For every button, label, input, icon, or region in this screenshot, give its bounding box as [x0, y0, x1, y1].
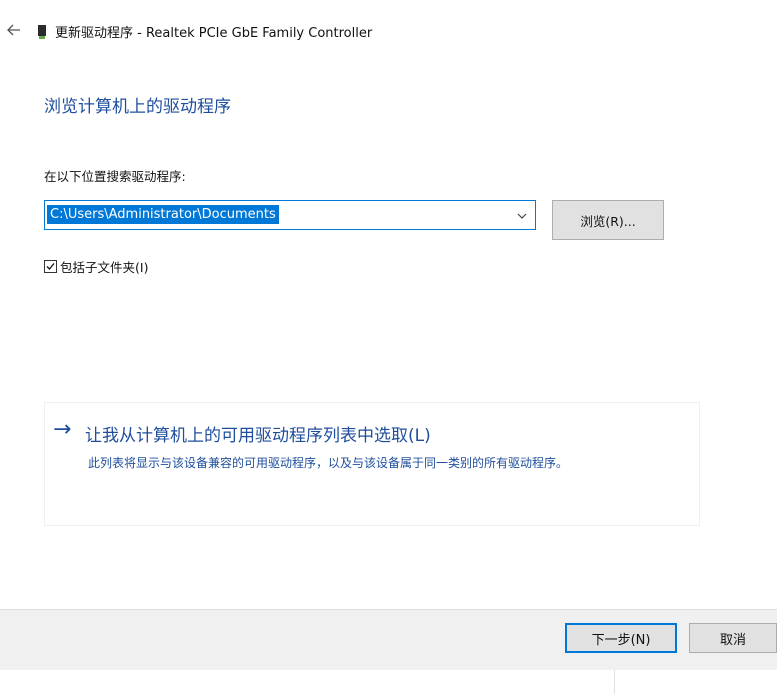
- page-title: 浏览计算机上的驱动程序: [44, 97, 231, 117]
- checkmark-icon: [46, 262, 55, 270]
- network-device-icon: [38, 24, 46, 39]
- browse-button[interactable]: 浏览(R)...: [552, 200, 664, 240]
- include-subfolders-checkbox[interactable]: 包括子文件夹(I): [44, 257, 148, 275]
- window-title: 更新驱动程序 - Realtek PCIe GbE Family Control…: [55, 26, 373, 41]
- divider: [614, 670, 615, 694]
- next-button[interactable]: 下一步(N): [565, 623, 677, 653]
- search-location-label: 在以下位置搜索驱动程序:: [44, 169, 186, 184]
- checkbox[interactable]: [44, 259, 57, 273]
- cancel-button[interactable]: 取消: [689, 623, 777, 653]
- bottom-strip: [0, 670, 777, 694]
- pick-from-list-title[interactable]: 让我从计算机上的可用驱动程序列表中选取(L): [85, 421, 431, 446]
- back-arrow-icon[interactable]: [5, 21, 23, 39]
- title-bar: 更新驱动程序 - Realtek PCIe GbE Family Control…: [0, 0, 777, 66]
- pick-from-list-link[interactable]: → 让我从计算机上的可用驱动程序列表中选取(L) 此列表将显示与该设备兼容的可用…: [44, 402, 700, 526]
- pick-from-list-description: 此列表将显示与该设备兼容的可用驱动程序，以及与该设备属于同一类别的所有驱动程序。: [88, 456, 569, 470]
- arrow-right-icon: →: [53, 417, 72, 442]
- path-combobox[interactable]: C:\Users\Administrator\Documents: [44, 200, 536, 230]
- path-input[interactable]: C:\Users\Administrator\Documents: [47, 205, 279, 224]
- dialog-footer: 下一步(N) 取消: [0, 609, 777, 671]
- include-subfolders-label: 包括子文件夹(I): [60, 259, 149, 275]
- chevron-down-icon[interactable]: [515, 208, 529, 222]
